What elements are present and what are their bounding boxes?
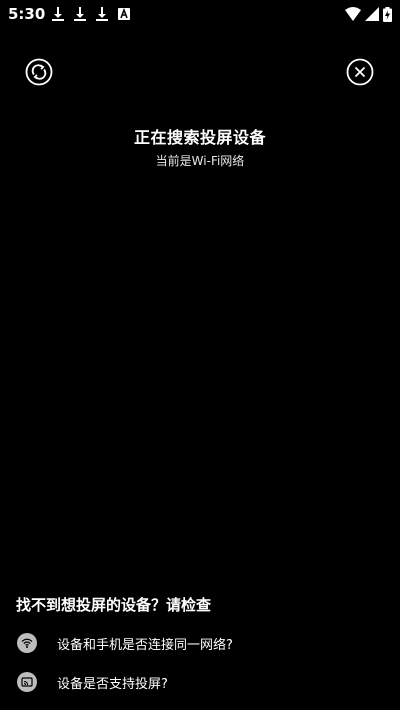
help-item-label: 设备是否支持投屏?	[57, 676, 168, 692]
refresh-button[interactable]	[25, 58, 53, 86]
cast-icon	[17, 672, 37, 692]
download-icon	[52, 7, 64, 21]
close-icon	[346, 58, 374, 86]
refresh-icon	[25, 58, 53, 86]
status-bar: 5:30	[0, 0, 400, 28]
help-item-label: 设备和手机是否连接同一网络?	[57, 637, 233, 653]
wifi-icon	[17, 633, 37, 653]
system-icons	[345, 6, 392, 22]
a-badge-icon	[118, 8, 130, 20]
help-title: 找不到想投屏的设备？请检查	[16, 596, 212, 614]
search-title: 正在搜索投屏设备	[133, 128, 266, 147]
network-status-text: 当前是Wi-Fi网络	[155, 154, 245, 168]
battery-charging-icon	[383, 6, 392, 22]
download-icon	[96, 7, 108, 21]
status-time: 5:30	[8, 5, 46, 23]
wifi-icon	[345, 7, 361, 21]
download-icon	[74, 7, 86, 21]
help-item-cast-support: 设备是否支持投屏?	[17, 671, 168, 693]
signal-icon	[365, 7, 379, 21]
help-item-same-network: 设备和手机是否连接同一网络?	[17, 632, 233, 654]
notification-icons	[52, 6, 130, 22]
close-button[interactable]	[346, 58, 374, 86]
cast-search-screen: 5:30 正在搜索投屏设备 当前是Wi-Fi网络 找不到想投屏的设备？请检查 设…	[0, 0, 400, 710]
